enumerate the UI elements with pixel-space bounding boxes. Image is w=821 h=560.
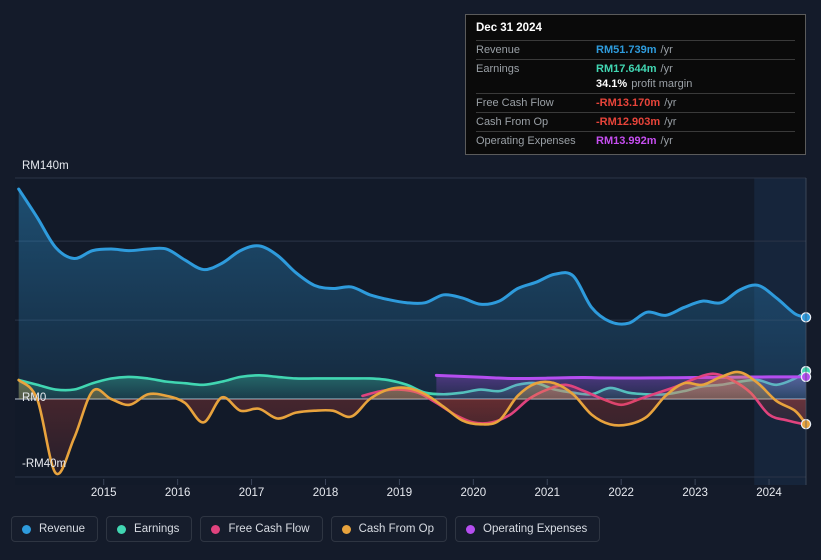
tooltip-row-value: -RM12.903m [596, 116, 661, 128]
tooltip-row-unit: /yr [664, 116, 677, 128]
tooltip-row-label: Operating Expenses [476, 135, 576, 147]
x-axis-tick: 2023 [682, 487, 708, 499]
tooltip-row: Revenue RM51.739m/yr [476, 40, 795, 59]
x-axis: 2015 2016 2017 2018 2019 2020 2021 2022 2023 2024 [0, 487, 821, 507]
tooltip-row-label: Free Cash Flow [476, 97, 554, 109]
tooltip-row: Earnings RM17.644m/yr [476, 59, 795, 78]
legend-label: Cash From Op [358, 523, 435, 535]
legend-item-earnings[interactable]: Earnings [106, 516, 193, 542]
tooltip-row-label: Revenue [476, 44, 521, 56]
legend-label: Operating Expenses [483, 523, 588, 535]
legend-label: Revenue [39, 523, 86, 535]
tooltip-row-unit: /yr [664, 97, 677, 109]
tooltip-row-value: RM17.644m [596, 63, 657, 75]
legend-color-dot [117, 524, 127, 534]
tooltip-row-value: RM51.739m [596, 44, 657, 56]
tooltip-row-value: 34.1% [596, 78, 628, 90]
tooltip-date: Dec 31 2024 [476, 22, 542, 34]
legend-color-dot [466, 524, 476, 534]
tooltip-row-unit: /yr [660, 135, 673, 147]
tooltip-row-label: Earnings [476, 63, 520, 75]
financial-chart[interactable] [0, 155, 821, 485]
tooltip-row: 34.1% profit margin [476, 78, 795, 93]
data-tooltip: Dec 31 2024 Revenue RM51.739m/yr Earnings R… [465, 14, 806, 155]
tooltip-row-value: -RM13.170m [596, 97, 661, 109]
chart-page: RM140m RM0 -RM40m 2015 2016 2017 2018 2019 20… [0, 0, 821, 560]
tooltip-row: Free Cash Flow -RM13.170m/yr [476, 93, 795, 112]
x-axis-tick: 2021 [534, 487, 561, 499]
tooltip-row: Cash From Op -RM12.903m/yr [476, 112, 795, 131]
chart-legend[interactable]: Revenue Earnings Free Cash Flow Cash From O… [11, 516, 601, 542]
tooltip-rows: Revenue RM51.739m/yr Earnings RM17.644m/yr 3… [476, 40, 795, 150]
x-axis-tick: 2018 [312, 487, 339, 499]
tooltip-row-label: Cash From Op [476, 116, 549, 128]
tooltip-row-unit: /yr [660, 44, 673, 56]
x-axis-tick: 2015 [90, 487, 117, 499]
x-axis-tick: 2020 [460, 487, 487, 499]
y-axis-label-zero: RM0 [22, 392, 47, 404]
tooltip-row-unit: profit margin [631, 78, 693, 90]
legend-item-cash-from-op[interactable]: Cash From Op [330, 516, 448, 542]
x-axis-tick: 2019 [386, 487, 413, 499]
x-axis-tick: 2024 [756, 487, 782, 499]
legend-item-operating-expenses[interactable]: Operating Expenses [455, 516, 601, 542]
x-axis-tick: 2022 [608, 487, 634, 499]
tooltip-row: Operating Expenses RM13.992m/yr [476, 131, 795, 150]
y-axis-label-top: RM140m [22, 160, 69, 172]
legend-color-dot [211, 524, 221, 534]
y-axis-label-bottom: -RM40m [22, 458, 67, 470]
legend-item-free-cash-flow[interactable]: Free Cash Flow [200, 516, 323, 542]
legend-label: Earnings [134, 523, 180, 535]
legend-color-dot [341, 524, 351, 534]
tooltip-row-value: RM13.992m [596, 135, 657, 147]
x-axis-tick: 2017 [238, 487, 265, 499]
legend-label: Free Cash Flow [228, 523, 310, 535]
chart-canvas [15, 177, 812, 485]
legend-item-revenue[interactable]: Revenue [11, 516, 99, 542]
tooltip-row-unit: /yr [660, 63, 673, 75]
x-axis-tick: 2016 [164, 487, 191, 499]
legend-color-dot [22, 524, 31, 534]
